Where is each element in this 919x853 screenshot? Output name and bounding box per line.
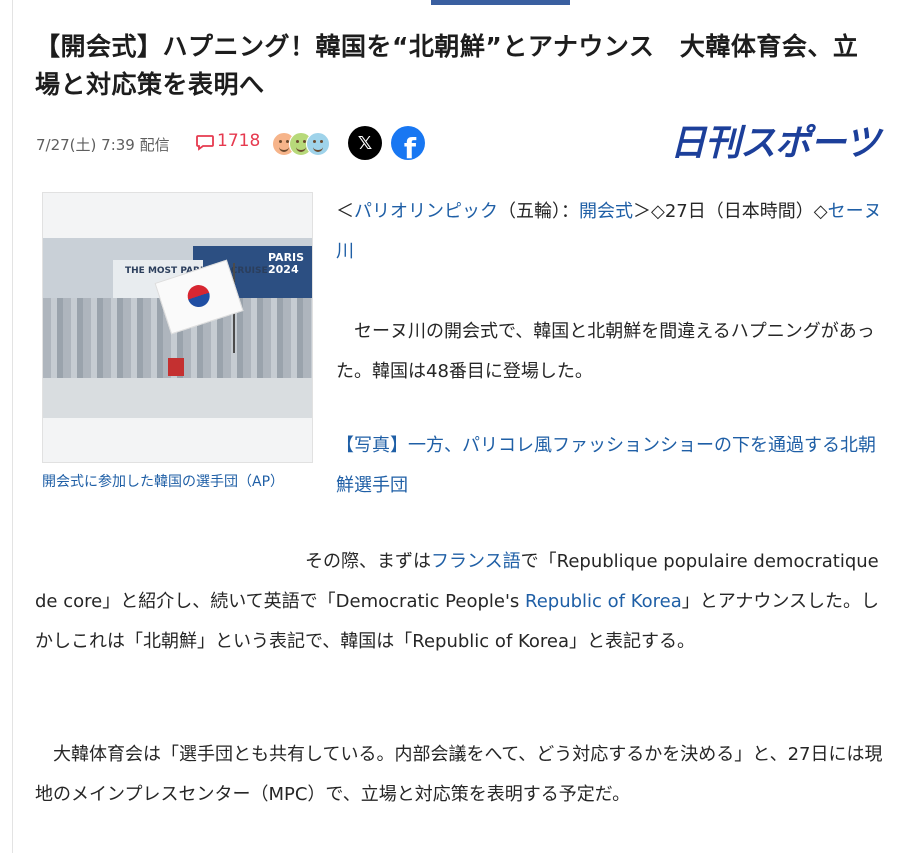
smile-face-blue-icon [306, 132, 330, 156]
opening-ceremony-link[interactable]: 開会式 [579, 201, 633, 222]
publish-date: 7/27(土) 7:39 配信 [36, 136, 170, 154]
article-meta-row: 7/27(土) 7:39 配信 1718 𝕏 f 日刊スポーツ [36, 123, 896, 164]
nikkan-sports-logo[interactable]: 日刊スポーツ [670, 122, 880, 166]
boat-deck [43, 378, 312, 418]
article-headline: 【開会式】ハプニング！韓国を“北朝鮮”とアナウンス 大韓体育会、立場と対応策を表… [35, 32, 859, 99]
article-photo: PARIS 2024 THE MOST PARISIAN CRUISE [43, 238, 312, 418]
x-logo-icon: 𝕏 [357, 132, 373, 154]
paris-banner-text: PARIS 2024 [268, 251, 305, 276]
paragraph-2-indent: その際、まずは [35, 551, 431, 572]
comment-count: 1718 [217, 131, 261, 151]
paragraph-2: その際、まずはフランス語で「Republique populaire democ… [35, 542, 895, 662]
french-language-link[interactable]: フランス語 [431, 551, 521, 572]
reaction-faces[interactable] [272, 132, 336, 156]
taeguk-emblem [184, 282, 213, 310]
paragraph-1: セーヌ川の開会式で、韓国と北朝鮮を間違えるハプニングがあった。韓国は48番目に登… [336, 321, 875, 382]
comments-link[interactable]: 1718 [196, 131, 260, 151]
facebook-logo-icon: f [403, 132, 417, 160]
share-facebook-button[interactable]: f [391, 126, 425, 160]
article-photo-link[interactable]: PARIS 2024 THE MOST PARISIAN CRUISE [42, 192, 313, 463]
related-photo-paragraph: 【写真】一方、パリコレ風ファッションショーの下を通過する北朝鮮選手団 [336, 426, 891, 506]
photo-caption: 開会式に参加した韓国の選手団（AP） [42, 474, 285, 490]
lead-paragraph: ＜パリオリンピック（五輪）：開会式＞◇27日（日本時間）◇セーヌ川 [336, 192, 891, 272]
red-board [168, 358, 184, 376]
comment-bubble-icon [196, 135, 214, 151]
paragraph-3: 大韓体育会は「選手団とも共有している。内部会議をへて、どう対応するかを決める」と… [35, 744, 883, 805]
lead-mid2: ＞◇27日（日本時間）◇ [633, 201, 828, 222]
lead-mid1: （五輪）： [498, 201, 579, 222]
share-x-button[interactable]: 𝕏 [348, 126, 382, 160]
lead-open: ＜ [336, 201, 354, 222]
republic-of-korea-link[interactable]: Republic of Korea [525, 591, 682, 612]
left-divider [12, 0, 13, 853]
related-photo-link[interactable]: 【写真】一方、パリコレ風ファッションショーの下を通過する北朝鮮選手団 [336, 435, 876, 496]
active-tab-indicator [431, 0, 570, 5]
paris-olympics-link[interactable]: パリオリンピック [354, 201, 498, 222]
